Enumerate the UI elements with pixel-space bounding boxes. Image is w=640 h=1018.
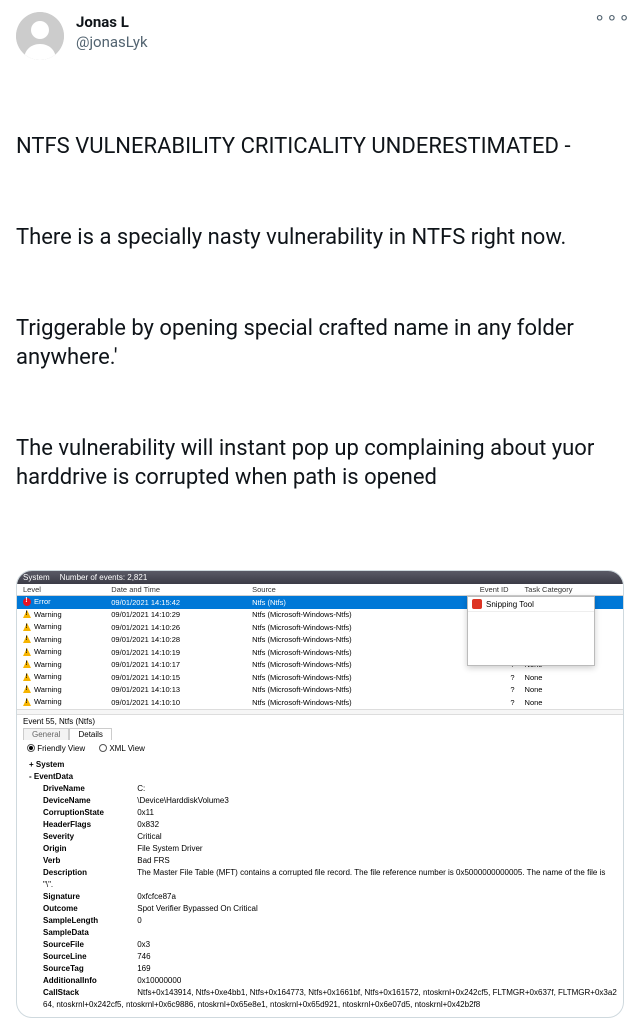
tweet-line: NTFS VULNERABILITY CRITICALITY UNDERESTI… [16,132,624,161]
handle[interactable]: @jonasLyk [76,32,594,52]
warning-icon [23,698,31,706]
detail-field: SourceTag 169 [43,963,617,975]
tweet-container: Jonas L @jonasLyk ∘∘∘ NTFS VULNERABILITY… [0,0,640,554]
tree-eventdata[interactable]: EventData [34,772,73,781]
tab-details[interactable]: Details [69,728,111,740]
more-icon[interactable]: ∘∘∘ [594,12,624,24]
detail-field: Outcome Spot Verifier Bypassed On Critic… [43,903,617,915]
author-names: Jonas L @jonasLyk [76,12,594,52]
warning-icon [23,635,31,643]
detail-field: Verb Bad FRS [43,855,617,867]
detail-tabs: General Details [23,728,617,740]
event-count: Number of events: 2,821 [60,573,148,582]
radio-xml[interactable]: XML View [99,744,145,753]
detail-title: Event 55, Ntfs (Ntfs) [23,717,617,726]
table-row[interactable]: Warning09/01/2021 14:10:13Ntfs (Microsof… [17,684,623,697]
col-eventid[interactable]: Event ID [441,584,519,596]
detail-field: Origin File System Driver [43,843,617,855]
warning-icon [23,610,31,618]
table-row[interactable]: Warning09/01/2021 14:10:15Ntfs (Microsof… [17,671,623,684]
detail-tree: + System - EventData DriveName C:DeviceN… [29,759,617,1011]
snipping-tool-title: Snipping Tool [486,600,534,609]
warning-icon [23,623,31,631]
snipping-tool-icon [472,599,482,609]
eventviewer-titlebar: System Number of events: 2,821 [17,571,623,584]
tweet-line: The vulnerability will instant pop up co… [16,434,624,492]
tweet-header: Jonas L @jonasLyk ∘∘∘ [16,12,624,60]
radio-friendly[interactable]: Friendly View [27,744,85,753]
detail-field: SampleLength 0 [43,915,617,927]
snipping-tool-window[interactable]: Snipping Tool [467,596,595,666]
detail-field: Severity Critical [43,831,617,843]
detail-field: CallStack Ntfs+0x143914, Ntfs+0xe4bb1, N… [43,987,617,1011]
warning-icon [23,673,31,681]
warning-icon [23,685,31,693]
tweet-line: Triggerable by opening special crafted n… [16,314,624,372]
detail-field: Signature 0xfcfce87a [43,891,617,903]
log-name: System [23,573,50,582]
display-name[interactable]: Jonas L [76,12,594,32]
detail-field: AdditionalInfo 0x10000000 [43,975,617,987]
detail-field: SourceLine 746 [43,951,617,963]
detail-field: CorruptionState 0x11 [43,807,617,819]
col-task[interactable]: Task Category [519,584,623,596]
col-source[interactable]: Source [246,584,440,596]
detail-field: Description The Master File Table (MFT) … [43,867,617,891]
table-row[interactable]: Warning09/01/2021 14:10:10Ntfs (Microsof… [17,696,623,709]
warning-icon [23,648,31,656]
detail-panel: Event 55, Ntfs (Ntfs) General Details Fr… [17,715,623,1017]
warning-icon [23,660,31,668]
detail-field: SampleData [43,927,617,939]
col-datetime[interactable]: Date and Time [105,584,246,596]
view-options: Friendly View XML View [27,744,617,753]
error-icon [23,598,31,606]
detail-field: DeviceName \Device\HarddiskVolume3 [43,795,617,807]
avatar[interactable] [16,12,64,60]
tweet-line: There is a specially nasty vulnerability… [16,223,624,252]
col-level[interactable]: Level [17,584,105,596]
tweet-text: NTFS VULNERABILITY CRITICALITY UNDERESTI… [16,74,624,554]
detail-field: SourceFile 0x3 [43,939,617,951]
tweet-media[interactable]: System Number of events: 2,821 Level Dat… [16,570,624,1018]
detail-field: HeaderFlags 0x832 [43,819,617,831]
tab-general[interactable]: General [23,728,69,740]
tree-system[interactable]: System [36,760,64,769]
detail-field: DriveName C: [43,783,617,795]
